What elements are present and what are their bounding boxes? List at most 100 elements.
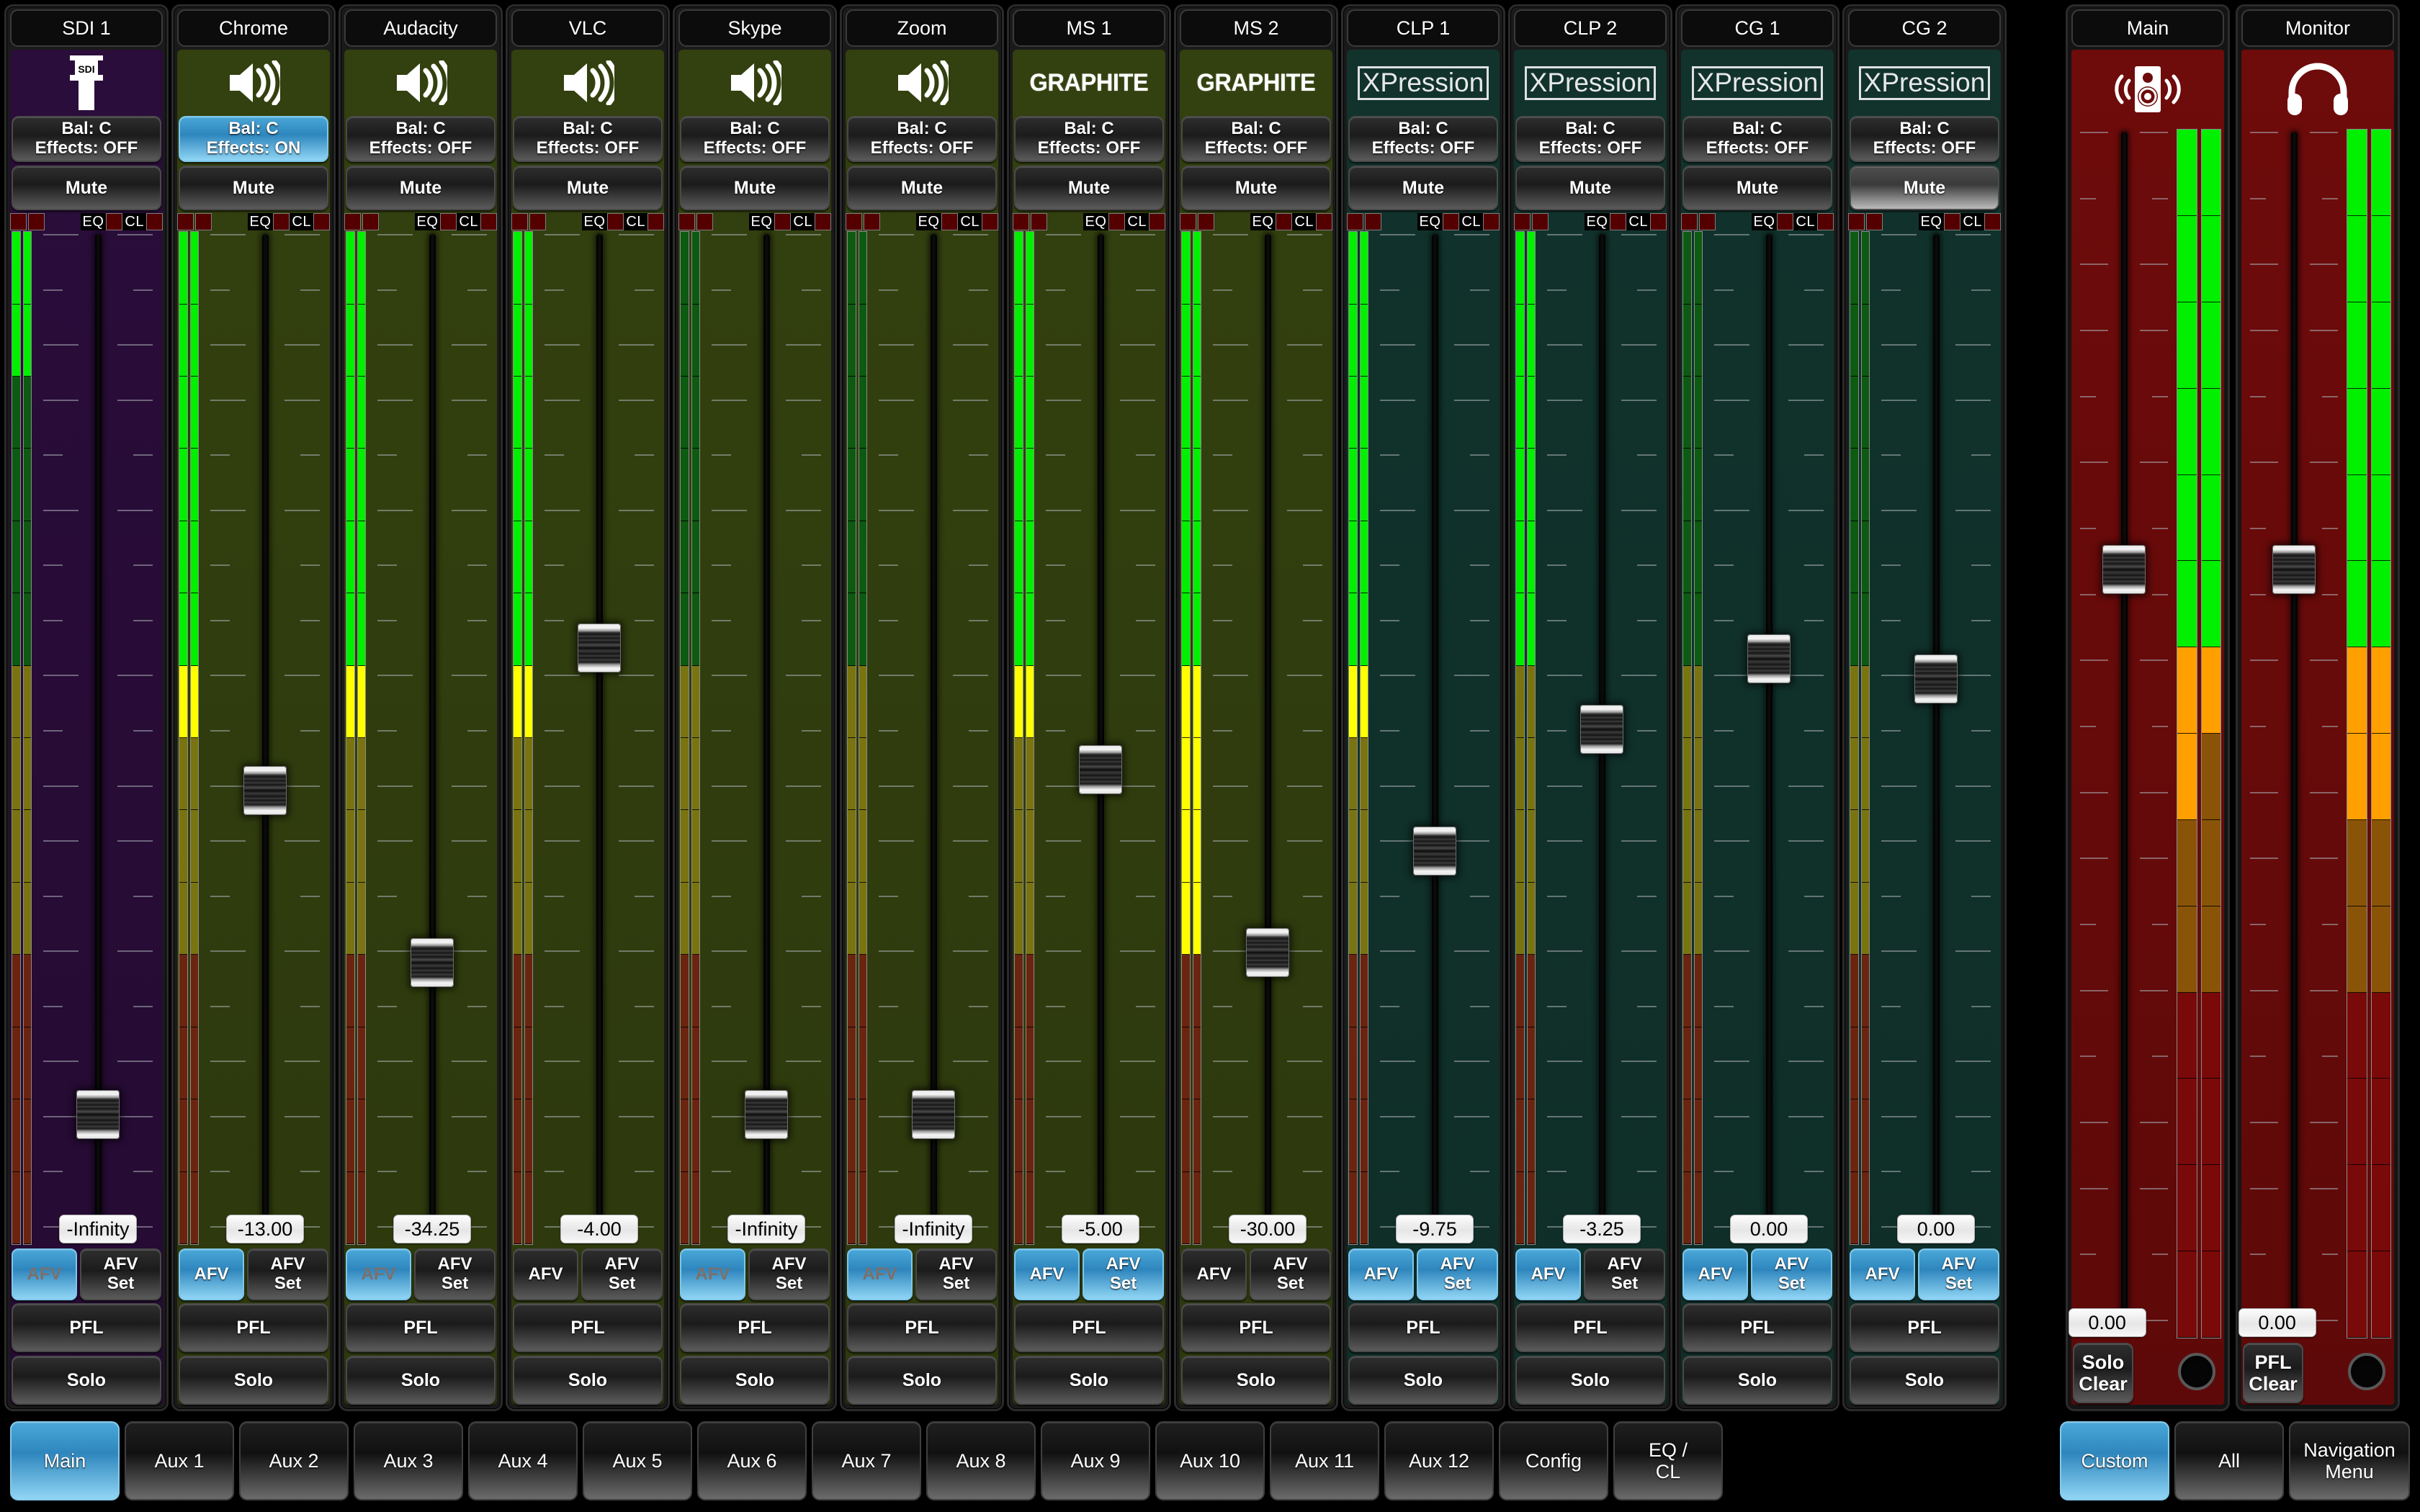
eq-label[interactable]: EQ <box>581 213 608 230</box>
level-knob[interactable] <box>2178 1353 2215 1390</box>
fader-value-display[interactable]: -13.00 <box>226 1215 304 1243</box>
afv-button[interactable]: AFV <box>847 1248 913 1300</box>
fader-value-display[interactable]: -Infinity <box>59 1215 137 1243</box>
balance-effects-button[interactable]: Bal: C Effects: OFF <box>1515 116 1665 162</box>
solo-button[interactable]: Solo <box>1682 1356 1832 1405</box>
mute-button[interactable]: Mute <box>1014 166 1164 210</box>
pfl-button[interactable]: PFL <box>179 1303 328 1352</box>
solo-button[interactable]: Solo <box>513 1356 663 1405</box>
master-fader-value[interactable]: 0.00 <box>2068 1308 2146 1337</box>
pfl-button[interactable]: PFL <box>1014 1303 1164 1352</box>
cl-label[interactable]: CL <box>958 213 982 230</box>
view-button-navigation-menu[interactable]: Navigation Menu <box>2289 1421 2410 1500</box>
cl-label[interactable]: CL <box>791 213 815 230</box>
afv-set-button[interactable]: AFV Set <box>247 1248 328 1300</box>
bus-tab-eq-cl[interactable]: EQ / CL <box>1613 1421 1723 1500</box>
pfl-button[interactable]: PFL <box>680 1303 830 1352</box>
mute-button[interactable]: Mute <box>847 166 997 210</box>
afv-set-button[interactable]: AFV Set <box>1250 1248 1331 1300</box>
bus-tab-config[interactable]: Config <box>1499 1421 1608 1500</box>
channel-name-label[interactable]: Audacity <box>344 9 497 47</box>
eq-label[interactable]: EQ <box>1751 213 1778 230</box>
balance-effects-button[interactable]: Bal: C Effects: OFF <box>680 116 830 162</box>
level-knob[interactable] <box>2348 1353 2385 1390</box>
balance-effects-button[interactable]: Bal: C Effects: OFF <box>1181 116 1331 162</box>
fader-handle[interactable] <box>76 1090 120 1140</box>
mute-button[interactable]: Mute <box>513 166 663 210</box>
channel-name-label[interactable]: VLC <box>511 9 664 47</box>
master-fader-track[interactable]: 0.00 <box>2238 129 2347 1338</box>
solo-button[interactable]: Solo <box>179 1356 328 1405</box>
fader-handle[interactable] <box>912 1090 955 1140</box>
afv-set-button[interactable]: AFV Set <box>80 1248 161 1300</box>
master-name-label[interactable]: Main <box>2071 9 2224 47</box>
mute-button[interactable]: Mute <box>12 166 161 210</box>
solo-button[interactable]: Solo <box>1181 1356 1331 1405</box>
bus-tab-aux-11[interactable]: Aux 11 <box>1270 1421 1379 1500</box>
pfl-button[interactable]: PFL <box>513 1303 663 1352</box>
fader-track[interactable]: -9.75 <box>1370 231 1500 1245</box>
pfl-button[interactable]: PFL <box>1850 1303 1999 1352</box>
solo-button[interactable]: Solo <box>346 1356 496 1405</box>
fader-track[interactable]: -Infinity <box>702 231 831 1245</box>
cl-label[interactable]: CL <box>1960 213 1984 230</box>
bus-tab-aux-3[interactable]: Aux 3 <box>354 1421 463 1500</box>
master-fader-handle[interactable] <box>2102 545 2146 595</box>
fader-track[interactable]: 0.00 <box>1871 231 2001 1245</box>
fader-track[interactable]: -13.00 <box>200 231 330 1245</box>
channel-name-label[interactable]: Skype <box>678 9 831 47</box>
mute-button[interactable]: Mute <box>680 166 830 210</box>
solo-button[interactable]: Solo <box>1014 1356 1164 1405</box>
solo-button[interactable]: Solo <box>1850 1356 1999 1405</box>
eq-label[interactable]: EQ <box>414 213 441 230</box>
pfl-button[interactable]: PFL <box>1515 1303 1665 1352</box>
fader-handle[interactable] <box>1747 634 1791 683</box>
channel-name-label[interactable]: CG 2 <box>1848 9 2001 47</box>
bus-tab-aux-5[interactable]: Aux 5 <box>583 1421 692 1500</box>
afv-button[interactable]: AFV <box>12 1248 78 1300</box>
solo-button[interactable]: Solo <box>847 1356 997 1405</box>
cl-label[interactable]: CL <box>122 213 146 230</box>
fader-handle[interactable] <box>1413 827 1456 876</box>
fader-handle[interactable] <box>578 624 621 673</box>
fader-value-display[interactable]: 0.00 <box>1730 1215 1808 1243</box>
solo-button[interactable]: Solo <box>680 1356 830 1405</box>
afv-set-button[interactable]: AFV Set <box>1751 1248 1832 1300</box>
pfl-button[interactable]: PFL <box>1181 1303 1331 1352</box>
balance-effects-button[interactable]: Bal: C Effects: OFF <box>1348 116 1498 162</box>
balance-effects-button[interactable]: Bal: C Effects: OFF <box>1014 116 1164 162</box>
bus-tab-aux-8[interactable]: Aux 8 <box>926 1421 1036 1500</box>
solo-button[interactable]: Solo <box>1515 1356 1665 1405</box>
channel-name-label[interactable]: Chrome <box>177 9 330 47</box>
mute-button[interactable]: Mute <box>179 166 328 210</box>
balance-effects-button[interactable]: Bal: C Effects: OFF <box>847 116 997 162</box>
channel-name-label[interactable]: CLP 2 <box>1514 9 1667 47</box>
fader-track[interactable]: -Infinity <box>869 231 998 1245</box>
master-fader-track[interactable]: 0.00 <box>2068 129 2177 1338</box>
bus-tab-aux-9[interactable]: Aux 9 <box>1041 1421 1150 1500</box>
solo-button[interactable]: Solo <box>12 1356 161 1405</box>
mute-button[interactable]: Mute <box>346 166 496 210</box>
balance-effects-button[interactable]: Bal: C Effects: OFF <box>1682 116 1832 162</box>
channel-name-label[interactable]: CG 1 <box>1681 9 1834 47</box>
eq-label[interactable]: EQ <box>1918 213 1945 230</box>
afv-button[interactable]: AFV <box>179 1248 245 1300</box>
pfl-button[interactable]: PFL <box>346 1303 496 1352</box>
bus-tab-aux-7[interactable]: Aux 7 <box>812 1421 921 1500</box>
fader-handle[interactable] <box>1079 745 1122 795</box>
pfl-button[interactable]: PFL <box>1682 1303 1832 1352</box>
channel-name-label[interactable]: SDI 1 <box>10 9 163 47</box>
mute-button[interactable]: Mute <box>1682 166 1832 210</box>
channel-name-label[interactable]: MS 2 <box>1180 9 1332 47</box>
afv-set-button[interactable]: AFV Set <box>748 1248 830 1300</box>
fader-handle[interactable] <box>1914 654 1958 703</box>
fader-value-display[interactable]: -30.00 <box>1229 1215 1307 1243</box>
fader-track[interactable]: -4.00 <box>534 231 664 1245</box>
afv-set-button[interactable]: AFV Set <box>414 1248 496 1300</box>
eq-label[interactable]: EQ <box>1250 213 1276 230</box>
master-clear-button[interactable]: PFL Clear <box>2243 1343 2303 1403</box>
cl-label[interactable]: CL <box>457 213 480 230</box>
channel-name-label[interactable]: MS 1 <box>1013 9 1165 47</box>
bus-tab-main[interactable]: Main <box>10 1421 120 1500</box>
afv-button[interactable]: AFV <box>680 1248 746 1300</box>
